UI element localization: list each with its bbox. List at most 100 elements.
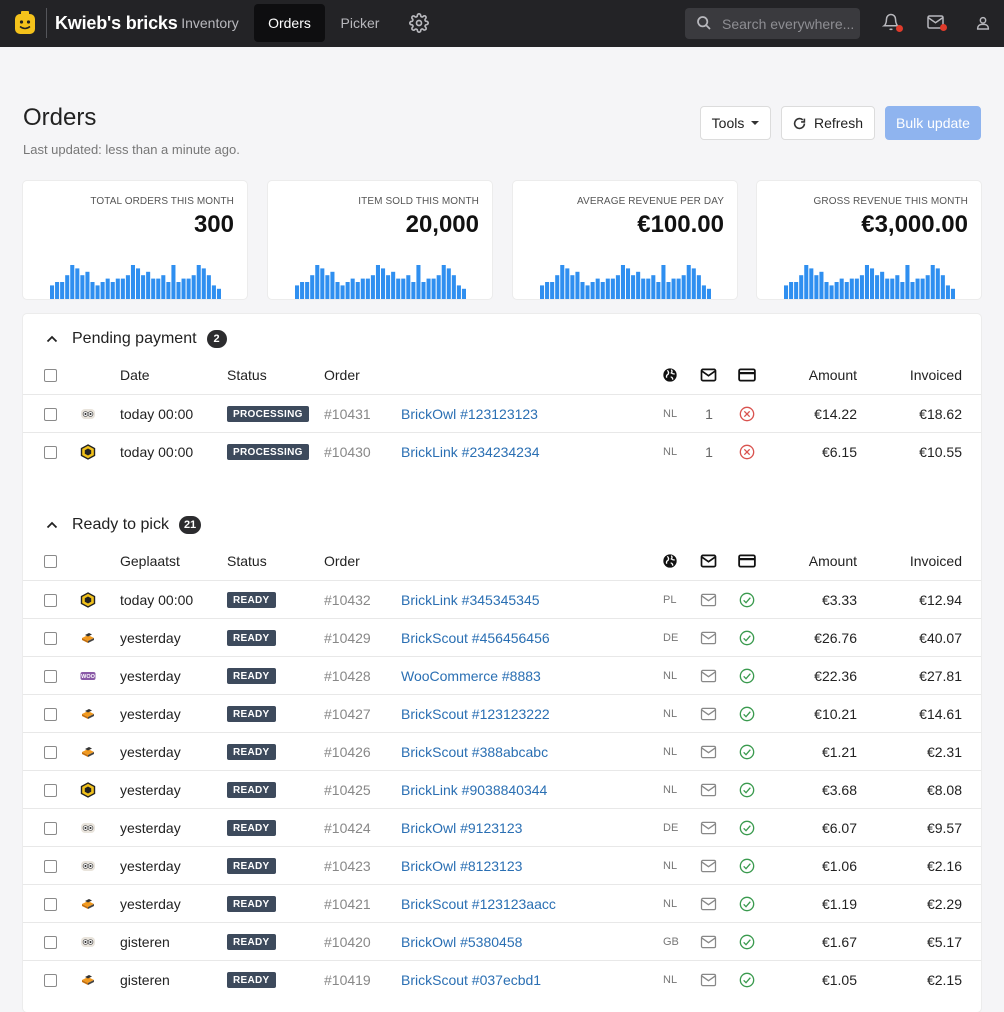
section-header-pending[interactable]: Pending payment 2 [46, 330, 227, 348]
notifications-button[interactable] [881, 13, 904, 35]
order-row[interactable]: yesterday READY #10421 BrickScout #12312… [23, 884, 981, 922]
order-row[interactable]: yesterday READY #10429 BrickScout #45645… [23, 618, 981, 656]
order-row[interactable]: today 00:00 PROCESSING #10430 BrickLink … [23, 432, 981, 470]
column-header-amount[interactable]: Amount [783, 542, 857, 580]
select-all-checkbox[interactable] [44, 369, 57, 382]
row-checkbox[interactable] [44, 446, 57, 459]
column-header-amount[interactable]: Amount [783, 356, 857, 394]
global-search[interactable] [685, 8, 860, 39]
messages-button[interactable] [926, 13, 948, 35]
column-header-date[interactable]: Geplaatst [120, 542, 180, 580]
column-header-date[interactable]: Date [120, 356, 150, 394]
message-button[interactable] [700, 885, 717, 923]
column-header-invoiced[interactable]: Invoiced [883, 542, 962, 580]
last-updated: Last updated: less than a minute ago. [23, 142, 240, 157]
order-row[interactable]: gisteren READY #10419 BrickScout #037ecb… [23, 960, 981, 998]
order-row[interactable]: today 00:00 READY #10432 BrickLink #3453… [23, 580, 981, 618]
chevron-up-icon[interactable] [46, 335, 58, 343]
message-button[interactable] [700, 733, 717, 771]
row-checkbox[interactable] [44, 822, 57, 835]
chevron-up-icon[interactable] [46, 521, 58, 529]
message-count[interactable]: 1 [703, 395, 715, 433]
row-checkbox[interactable] [44, 936, 57, 949]
order-number[interactable]: #10420 [324, 923, 371, 961]
row-checkbox[interactable] [44, 746, 57, 759]
order-number[interactable]: #10424 [324, 809, 371, 847]
message-button[interactable] [700, 619, 717, 657]
message-button[interactable] [700, 581, 717, 619]
order-number[interactable]: #10431 [324, 395, 371, 433]
marketplace-order-link[interactable]: BrickOwl #5380458 [401, 923, 522, 961]
nav-picker[interactable]: Picker [330, 4, 390, 42]
marketplace-order-link[interactable]: BrickLink #9038840344 [401, 771, 547, 809]
marketplace-order-link[interactable]: BrickScout #123123222 [401, 695, 550, 733]
row-checkbox[interactable] [44, 408, 57, 421]
order-row[interactable]: yesterday READY #10425 BrickLink #903884… [23, 770, 981, 808]
message-button[interactable] [700, 809, 717, 847]
order-row[interactable]: WOO yesterday READY #10428 WooCommerce #… [23, 656, 981, 694]
column-header-order[interactable]: Order [324, 542, 360, 580]
section-header-ready[interactable]: Ready to pick 21 [46, 516, 202, 534]
row-checkbox[interactable] [44, 974, 57, 987]
marketplace-order-link[interactable]: BrickScout #388abcabc [401, 733, 548, 771]
nav-orders[interactable]: Orders [254, 4, 325, 42]
nav-inventory[interactable]: Inventory [171, 4, 249, 42]
search-input[interactable] [722, 8, 854, 39]
row-checkbox[interactable] [44, 784, 57, 797]
column-header-status[interactable]: Status [227, 356, 267, 394]
marketplace-order-link[interactable]: BrickLink #234234234 [401, 433, 540, 471]
row-checkbox[interactable] [44, 860, 57, 873]
row-checkbox[interactable] [44, 898, 57, 911]
marketplace-order-link[interactable]: WooCommerce #8883 [401, 657, 541, 695]
order-number[interactable]: #10421 [324, 885, 371, 923]
order-number[interactable]: #10427 [324, 695, 371, 733]
order-number[interactable]: #10430 [324, 433, 371, 471]
refresh-button[interactable]: Refresh [781, 106, 875, 140]
message-button[interactable] [700, 657, 717, 695]
row-checkbox[interactable] [44, 708, 57, 721]
marketplace-order-link[interactable]: BrickScout #456456456 [401, 619, 550, 657]
row-checkbox[interactable] [44, 632, 57, 645]
message-button[interactable] [700, 695, 717, 733]
order-row[interactable]: yesterday READY #10426 BrickScout #388ab… [23, 732, 981, 770]
row-checkbox[interactable] [44, 594, 57, 607]
sparkline-bar [340, 285, 345, 299]
gear-icon[interactable] [409, 13, 429, 33]
tools-dropdown[interactable]: Tools [700, 106, 771, 140]
lego-head-logo-icon[interactable] [14, 11, 36, 35]
marketplace-order-link[interactable]: BrickScout #037ecbd1 [401, 961, 541, 999]
order-number[interactable]: #10423 [324, 847, 371, 885]
column-header-invoiced[interactable]: Invoiced [883, 356, 962, 394]
message-button[interactable] [700, 923, 717, 961]
sparkline-bar [156, 278, 161, 299]
order-number[interactable]: #10429 [324, 619, 371, 657]
marketplace-order-link[interactable]: BrickOwl #123123123 [401, 395, 538, 433]
account-button[interactable] [975, 14, 993, 34]
top-nav: Kwieb's bricks Inventory Orders Picker [0, 0, 1004, 47]
order-row[interactable]: today 00:00 PROCESSING #10431 BrickOwl #… [23, 394, 981, 432]
column-header-order[interactable]: Order [324, 356, 360, 394]
select-all-checkbox[interactable] [44, 555, 57, 568]
message-button[interactable] [700, 961, 717, 999]
brand-name[interactable]: Kwieb's bricks [46, 8, 178, 38]
order-row[interactable]: gisteren READY #10420 BrickOwl #5380458 … [23, 922, 981, 960]
order-row[interactable]: yesterday READY #10423 BrickOwl #8123123… [23, 846, 981, 884]
message-count[interactable]: 1 [703, 433, 715, 471]
order-number[interactable]: #10426 [324, 733, 371, 771]
brickscout-icon [82, 633, 94, 643]
order-number[interactable]: #10419 [324, 961, 371, 999]
order-number[interactable]: #10425 [324, 771, 371, 809]
marketplace-order-link[interactable]: BrickScout #123123aacc [401, 885, 556, 923]
order-row[interactable]: yesterday READY #10424 BrickOwl #9123123… [23, 808, 981, 846]
order-number[interactable]: #10428 [324, 657, 371, 695]
marketplace-order-link[interactable]: BrickOwl #9123123 [401, 809, 522, 847]
order-row[interactable]: yesterday READY #10427 BrickScout #12312… [23, 694, 981, 732]
message-button[interactable] [700, 771, 717, 809]
message-button[interactable] [700, 847, 717, 885]
marketplace-order-link[interactable]: BrickOwl #8123123 [401, 847, 522, 885]
column-header-status[interactable]: Status [227, 542, 267, 580]
bulk-update-button[interactable]: Bulk update [885, 106, 981, 140]
marketplace-order-link[interactable]: BrickLink #345345345 [401, 581, 540, 619]
order-number[interactable]: #10432 [324, 581, 371, 619]
row-checkbox[interactable] [44, 670, 57, 683]
